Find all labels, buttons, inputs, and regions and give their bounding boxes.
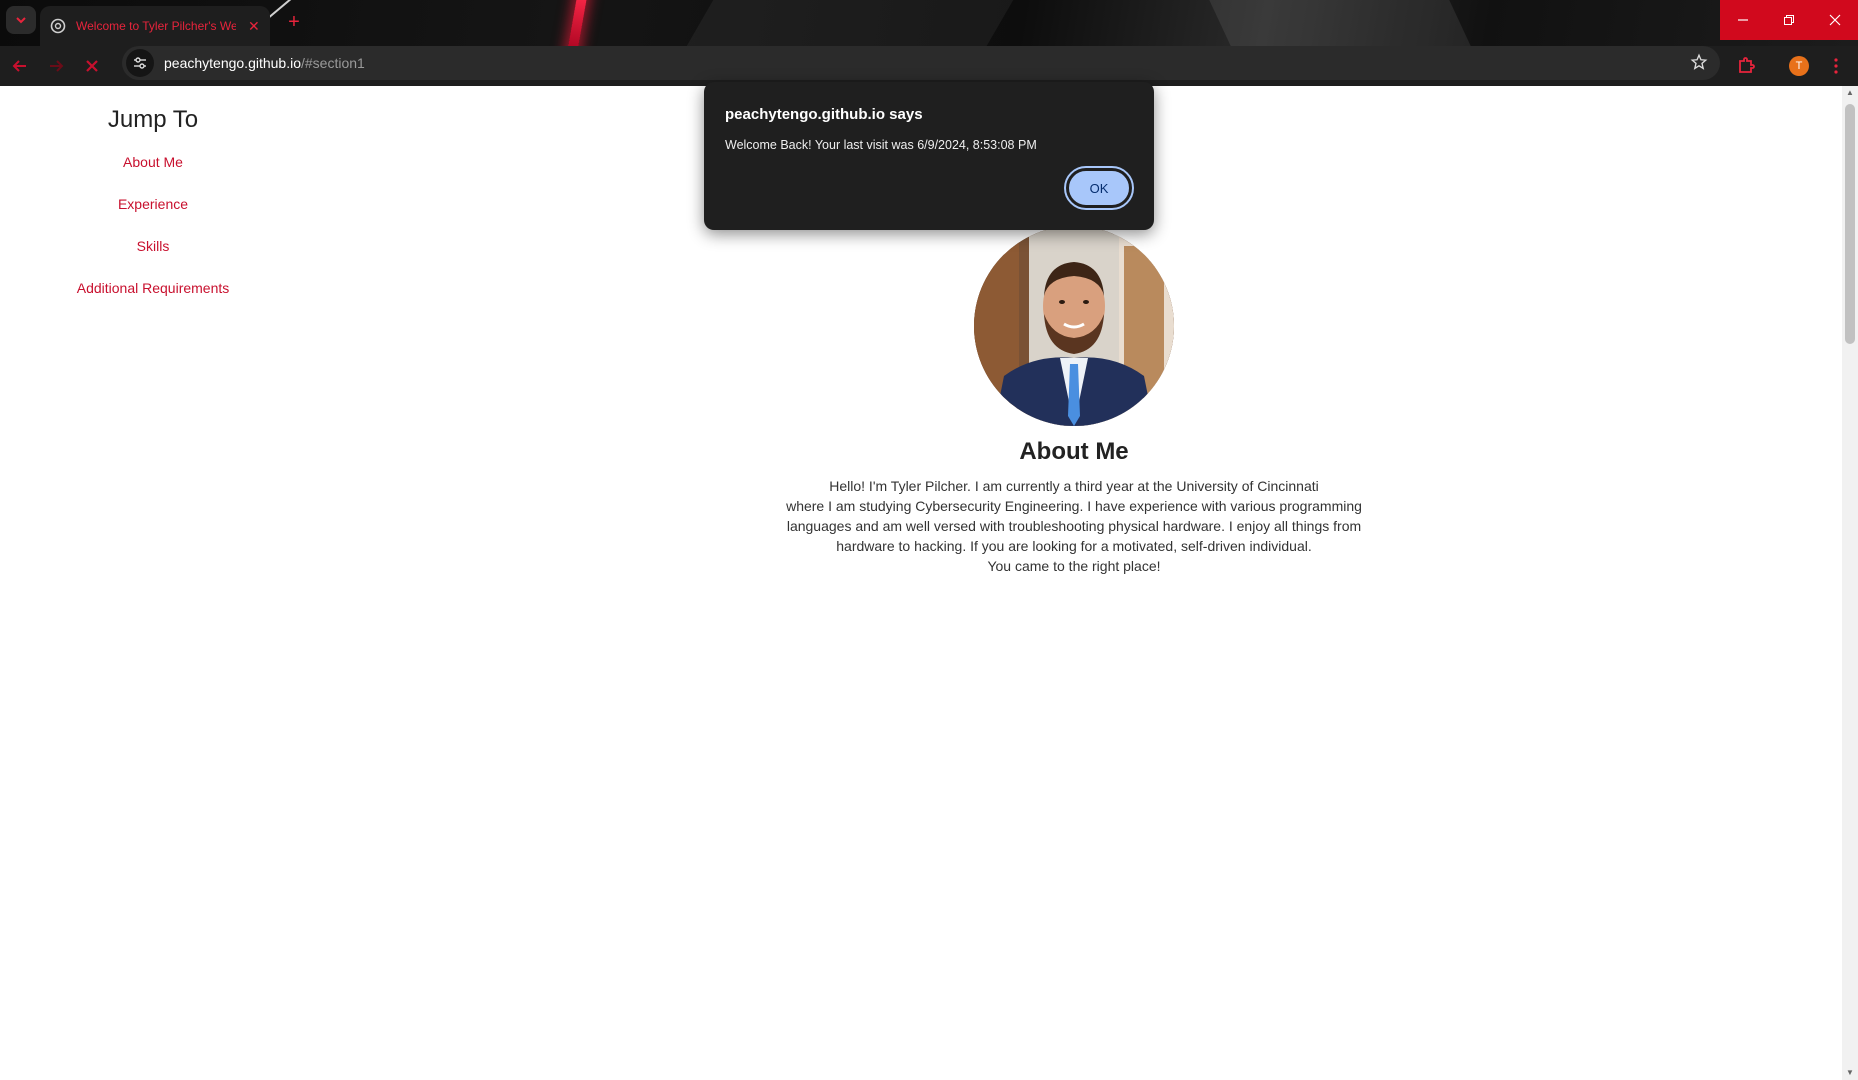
person-portrait-image bbox=[974, 226, 1174, 426]
arrow-left-icon bbox=[12, 60, 26, 72]
tune-icon bbox=[134, 57, 146, 69]
minimize-button[interactable] bbox=[1720, 0, 1766, 40]
background-shard bbox=[1209, 0, 1471, 46]
nav-link-skills[interactable]: Skills bbox=[0, 238, 306, 254]
ok-button[interactable]: OK bbox=[1064, 166, 1134, 210]
forward-button[interactable] bbox=[42, 52, 70, 80]
nav-heading: Jump To bbox=[107, 106, 199, 133]
back-button[interactable] bbox=[6, 52, 34, 80]
url-text: peachytengo.github.io/#section1 bbox=[164, 55, 365, 71]
site-info-button[interactable] bbox=[126, 49, 154, 77]
background-shard bbox=[686, 0, 1014, 46]
url-path: /#section1 bbox=[301, 55, 365, 71]
scroll-down-arrow-icon[interactable]: ▼ bbox=[1842, 1066, 1858, 1080]
close-window-button[interactable] bbox=[1812, 0, 1858, 40]
dialog-message: Welcome Back! Your last visit was 6/9/20… bbox=[725, 138, 1037, 152]
page-scrollbar[interactable]: ▲ ▼ bbox=[1842, 86, 1858, 1080]
alert-dialog: peachytengo.github.io says Welcome Back!… bbox=[704, 82, 1154, 230]
tab-search-button[interactable] bbox=[6, 6, 36, 34]
kebab-menu-icon bbox=[1834, 58, 1838, 74]
nav-link-experience[interactable]: Experience bbox=[0, 196, 306, 212]
tab-title: Welcome to Tyler Pilcher's Web bbox=[76, 19, 236, 33]
profile-button[interactable]: T bbox=[1785, 52, 1813, 80]
nav-link-additional-requirements[interactable]: Additional Requirements bbox=[0, 280, 306, 296]
puzzle-icon bbox=[1739, 57, 1755, 73]
bio-line: languages and am well versed with troubl… bbox=[786, 518, 1362, 534]
menu-button[interactable] bbox=[1822, 52, 1850, 80]
close-icon bbox=[86, 60, 98, 72]
bio-line: You came to the right place! bbox=[987, 558, 1161, 574]
background-red-streak bbox=[565, 0, 589, 46]
dialog-title: peachytengo.github.io says bbox=[725, 106, 923, 123]
chevron-down-icon bbox=[16, 17, 26, 24]
address-bar[interactable]: peachytengo.github.io/#section1 bbox=[122, 46, 1720, 80]
jump-to-nav: Jump To About Me Experience Skills Addit… bbox=[0, 86, 306, 296]
tab-close-icon[interactable]: ✕ bbox=[248, 18, 260, 35]
profile-photo bbox=[974, 226, 1174, 426]
nav-link-about-me[interactable]: About Me bbox=[0, 154, 306, 170]
bio-line: hardware to hacking. If you are looking … bbox=[836, 538, 1312, 554]
arrow-right-icon bbox=[50, 60, 64, 72]
close-icon bbox=[1829, 14, 1841, 26]
avatar: T bbox=[1789, 56, 1809, 76]
bookmark-button[interactable] bbox=[1690, 53, 1708, 76]
bio-paragraph: Hello! I'm Tyler Pilcher. I am currently… bbox=[786, 476, 1362, 576]
browser-titlebar: Welcome to Tyler Pilcher's Web ✕ + bbox=[0, 0, 1858, 46]
restore-button[interactable] bbox=[1766, 0, 1812, 40]
restore-icon bbox=[1784, 15, 1794, 25]
url-host: peachytengo.github.io bbox=[164, 55, 301, 71]
extensions-button[interactable] bbox=[1732, 52, 1760, 80]
new-tab-button[interactable]: + bbox=[280, 8, 308, 36]
scroll-up-arrow-icon[interactable]: ▲ bbox=[1842, 86, 1858, 100]
bio-line: Hello! I'm Tyler Pilcher. I am currently… bbox=[829, 478, 1319, 494]
star-icon bbox=[1690, 53, 1708, 70]
tab-active[interactable]: Welcome to Tyler Pilcher's Web ✕ bbox=[40, 6, 270, 46]
section-heading: About Me bbox=[1019, 438, 1129, 465]
stop-loading-button[interactable] bbox=[78, 52, 106, 80]
web-page: Jump To About Me Experience Skills Addit… bbox=[0, 86, 1858, 1080]
scrollbar-thumb[interactable] bbox=[1845, 104, 1855, 344]
bio-line: where I am studying Cybersecurity Engine… bbox=[786, 498, 1362, 514]
github-globe-icon bbox=[50, 18, 66, 34]
minimize-icon bbox=[1738, 19, 1748, 21]
